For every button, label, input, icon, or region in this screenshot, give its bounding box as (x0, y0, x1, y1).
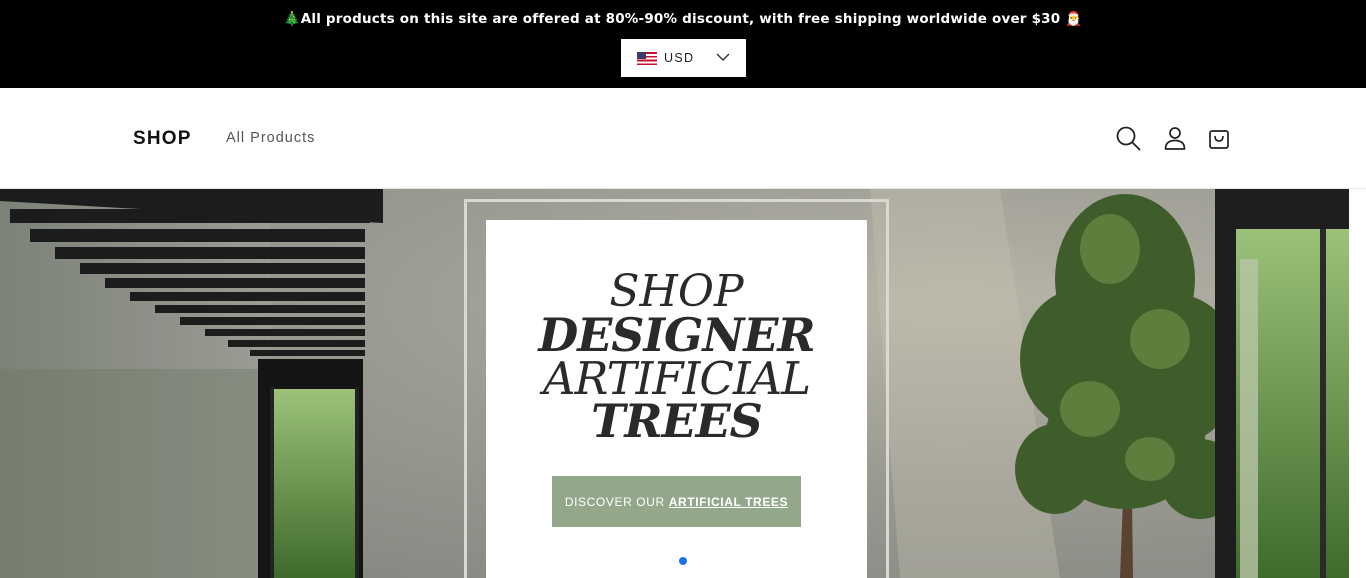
nav-link-all-products[interactable]: All Products (226, 130, 315, 146)
cta-emphasis: ARTIFICIAL TREES (668, 494, 789, 509)
discover-trees-button[interactable]: DISCOVER OUR ARTIFICIAL TREES (552, 476, 801, 527)
cta-prefix: DISCOVER OUR (564, 494, 665, 509)
currency-label: USD (664, 51, 695, 65)
slide-indicator-dot[interactable] (679, 557, 687, 565)
brand-logo[interactable]: SHOP (133, 128, 192, 150)
chevron-down-icon (716, 53, 730, 61)
account-icon[interactable] (1162, 125, 1188, 151)
currency-selector[interactable]: USD (621, 39, 746, 77)
hero-headline-line-4: TREES (591, 394, 763, 448)
cart-icon[interactable] (1206, 125, 1232, 151)
announcement-text: 🎄All products on this site are offered a… (283, 11, 1083, 27)
hero-banner: SHOP DESIGNER ARTIFICIAL TREES DISCOVER … (0, 189, 1366, 578)
search-icon[interactable] (1115, 125, 1141, 151)
site-header: SHOP All Products (0, 88, 1366, 189)
hero-card: SHOP DESIGNER ARTIFICIAL TREES DISCOVER … (486, 220, 867, 578)
us-flag-icon (637, 51, 657, 65)
announcement-bar: 🎄All products on this site are offered a… (0, 0, 1366, 88)
